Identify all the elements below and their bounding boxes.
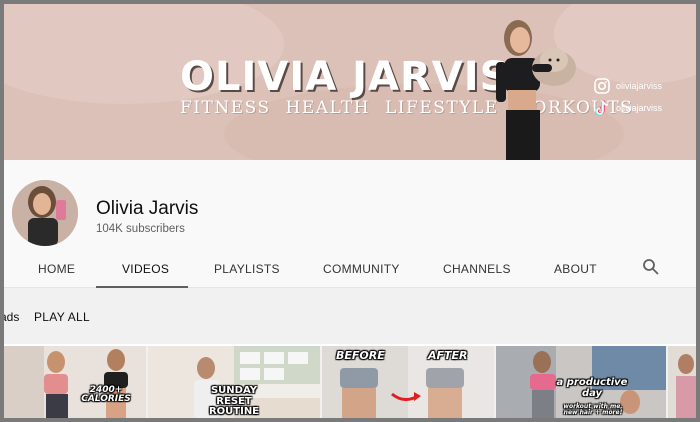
subscriber-count: 104K subscribers [96, 223, 185, 235]
channel-avatar[interactable] [12, 180, 78, 246]
video-thumbnail[interactable]: 2400+ CALORIES [4, 346, 146, 418]
thumbnail-overlay-before: BEFORE [336, 349, 385, 362]
tiktok-icon [595, 100, 609, 116]
channel-name: Olivia Jarvis [96, 198, 199, 219]
tab-channels[interactable]: CHANNELS [443, 262, 511, 276]
tab-videos[interactable]: VIDEOS [122, 262, 169, 276]
thumbnail-image [4, 346, 146, 418]
youtube-channel-page: OLIVIA JARVIS FITNESS HEALTH LIFESTYLE W… [4, 4, 696, 418]
section-header: ads PLAY ALL [4, 288, 696, 344]
banner-person-image [496, 20, 576, 160]
video-thumbnail[interactable]: a productive day workout with me, new ha… [496, 346, 666, 418]
avatar-image [12, 180, 78, 246]
instagram-icon [594, 78, 610, 94]
tiktok-link[interactable]: oliviajarviss [594, 100, 662, 116]
video-thumbnail[interactable]: BEFORE AFTER [322, 346, 494, 418]
instagram-link[interactable]: oliviajarviss [594, 78, 662, 94]
channel-header: Olivia Jarvis 104K subscribers HOME VIDE… [4, 160, 696, 288]
video-thumbnail[interactable] [668, 346, 696, 418]
thumbnail-overlay-text: 2400+ CALORIES [81, 385, 131, 405]
banner-title: OLIVIA JARVIS [180, 54, 510, 100]
instagram-handle: oliviajarviss [616, 81, 663, 91]
play-all-button[interactable]: PLAY ALL [34, 310, 90, 324]
thumbnail-overlay-text: SUNDAY RESET ROUTINE [208, 385, 260, 417]
tiktok-handle: oliviajarviss [616, 103, 663, 113]
tab-community[interactable]: COMMUNITY [323, 262, 400, 276]
tab-home[interactable]: HOME [38, 262, 75, 276]
channel-banner: OLIVIA JARVIS FITNESS HEALTH LIFESTYLE W… [4, 4, 696, 160]
tab-playlists[interactable]: PLAYLISTS [214, 262, 280, 276]
video-thumbnails-row: 2400+ CALORIES SUNDAY RESET ROUTINE BEFO… [4, 346, 696, 418]
thumbnail-overlay-text: a productive day [556, 377, 628, 399]
tab-about[interactable]: ABOUT [554, 262, 597, 276]
search-icon[interactable] [642, 258, 660, 276]
thumbnail-image [668, 346, 696, 418]
section-title: ads [4, 310, 20, 324]
video-thumbnail[interactable]: SUNDAY RESET ROUTINE [148, 346, 320, 418]
thumbnail-overlay-subtext: workout with me, new hair + more! [563, 403, 623, 417]
thumbnail-overlay-after: AFTER [428, 349, 468, 362]
channel-tabs: HOME VIDEOS PLAYLISTS COMMUNITY CHANNELS… [4, 256, 696, 288]
